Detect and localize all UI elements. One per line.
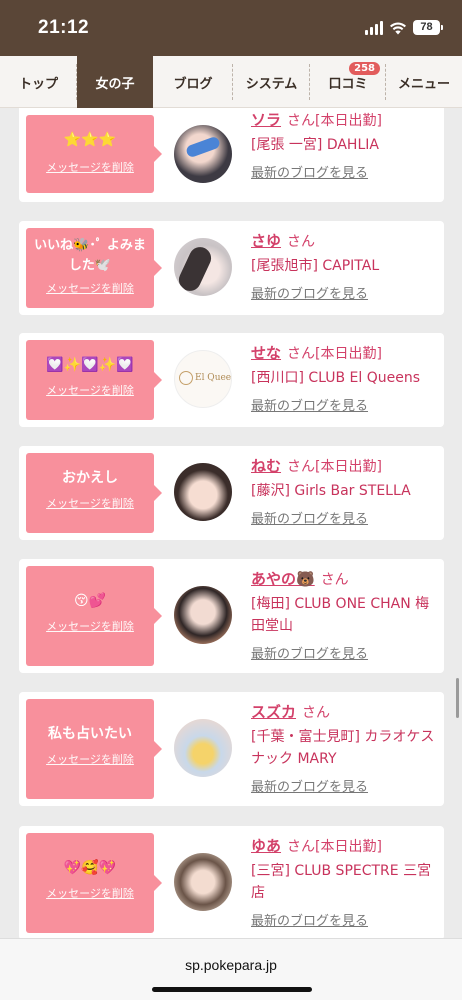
message-card: おかえし メッセージを削除 ねむ さん[本日出勤] [藤沢] Girls Bar … <box>19 446 444 540</box>
message-bubble: 私も占いたい メッセージを削除 <box>26 699 162 799</box>
shop-name: [藤沢] Girls Bar STELLA <box>251 483 411 499</box>
girl-name-link[interactable]: せな <box>251 344 281 362</box>
profile-info: スズカ さん [千葉・富士見町] カラオケスナック MARY 最新のブログを見る <box>251 701 439 795</box>
avatar[interactable] <box>174 586 232 644</box>
reviews-count-badge: 258 <box>349 62 380 75</box>
girl-name-link[interactable]: ソラ <box>251 111 281 129</box>
message-text: 💖🥰💖 <box>63 860 117 876</box>
profile-info: あやの🐻 さん [梅田] CLUB ONE CHAN 梅田堂山 最新のブログを見る <box>251 568 439 662</box>
latest-blog-link[interactable]: 最新のブログを見る <box>251 776 439 795</box>
nav-tab-system[interactable]: システム <box>233 56 310 108</box>
message-text: 💟✨💟✨💟 <box>46 357 134 373</box>
latest-blog-link[interactable]: 最新のブログを見る <box>251 395 439 414</box>
message-text: ⭐⭐⭐ <box>63 132 117 148</box>
name-suffix: さん[本日出勤] <box>287 839 382 855</box>
shop-name: [三宮] CLUB SPECTRE 三宮店 <box>251 863 432 901</box>
avatar[interactable] <box>174 853 232 911</box>
delete-message-link[interactable]: メッセージを削除 <box>26 382 154 398</box>
browser-address-bar[interactable]: sp.pokepara.jp <box>0 938 462 1000</box>
message-bubble: 💟✨💟✨💟 メッセージを削除 <box>26 340 162 420</box>
message-card: 💖🥰💖 メッセージを削除 ゆあ さん[本日出勤] [三宮] CLUB SPECTR… <box>19 826 444 938</box>
avatar[interactable] <box>174 719 232 777</box>
avatar[interactable] <box>174 125 232 183</box>
message-card: 😚💕 メッセージを削除 あやの🐻 さん [梅田] CLUB ONE CHAN 梅田… <box>19 559 444 673</box>
nav-tab-reviews[interactable]: 口コミ 258 <box>310 56 386 108</box>
name-suffix: さん <box>320 572 349 588</box>
shop-name: [梅田] CLUB ONE CHAN 梅田堂山 <box>251 596 430 634</box>
name-suffix: さん <box>302 705 331 721</box>
profile-info: ねむ さん[本日出勤] [藤沢] Girls Bar STELLA 最新のブログを… <box>251 455 439 527</box>
latest-blog-link[interactable]: 最新のブログを見る <box>251 508 439 527</box>
girl-name-link[interactable]: ゆあ <box>251 837 281 855</box>
wifi-icon <box>390 22 406 34</box>
message-text: 私も占いたい <box>48 726 132 742</box>
message-text: いいね🐝･ﾟ よみました🕊️ <box>34 238 146 273</box>
shop-name: [西川口] CLUB El Queens <box>251 370 421 386</box>
shop-name: [尾張旭市] CAPITAL <box>251 258 380 274</box>
message-card: ⭐⭐⭐ メッセージを削除 ソラ さん[本日出勤] [尾張 一宮] DAHLIA 最… <box>19 108 444 202</box>
name-suffix: さん[本日出勤] <box>287 459 382 475</box>
message-bubble: ⭐⭐⭐ メッセージを削除 <box>26 115 162 193</box>
message-text: おかえし <box>62 470 118 486</box>
shop-logo[interactable]: El Queens <box>174 350 232 408</box>
delete-message-link[interactable]: メッセージを削除 <box>26 280 154 296</box>
status-time: 21:12 <box>38 17 90 38</box>
latest-blog-link[interactable]: 最新のブログを見る <box>251 283 439 302</box>
nav-tab-menu[interactable]: メニュー <box>386 56 462 108</box>
url-text[interactable]: sp.pokepara.jp <box>0 957 462 973</box>
delete-message-link[interactable]: メッセージを削除 <box>26 618 154 634</box>
shop-name: [千葉・富士見町] カラオケスナック MARY <box>251 729 435 767</box>
message-list: ⭐⭐⭐ メッセージを削除 ソラ さん[本日出勤] [尾張 一宮] DAHLIA 最… <box>0 108 462 938</box>
message-bubble: いいね🐝･ﾟ よみました🕊️ メッセージを削除 <box>26 228 162 308</box>
message-text: 😚💕 <box>73 593 107 609</box>
nav-tab-top[interactable]: トップ <box>0 56 77 108</box>
message-card: いいね🐝･ﾟ よみました🕊️ メッセージを削除 さゆ さん [尾張旭市] CAPI… <box>19 221 444 315</box>
girl-name-link[interactable]: さゆ <box>251 232 281 250</box>
signal-icon <box>365 20 383 35</box>
delete-message-link[interactable]: メッセージを削除 <box>26 495 154 511</box>
top-nav: トップ 女の子 ブログ システム 口コミ 258 メニュー <box>0 56 462 108</box>
message-bubble: 💖🥰💖 メッセージを削除 <box>26 833 162 933</box>
nav-tab-blog[interactable]: ブログ <box>153 56 233 108</box>
shop-name: [尾張 一宮] DAHLIA <box>251 137 379 153</box>
avatar[interactable] <box>174 238 232 296</box>
message-card: 私も占いたい メッセージを削除 スズカ さん [千葉・富士見町] カラオケスナック… <box>19 692 444 806</box>
profile-info: ソラ さん[本日出勤] [尾張 一宮] DAHLIA 最新のブログを見る <box>251 109 439 181</box>
profile-info: さゆ さん [尾張旭市] CAPITAL 最新のブログを見る <box>251 230 439 302</box>
name-suffix: さん <box>287 234 316 250</box>
scrollbar-thumb[interactable] <box>456 678 459 718</box>
delete-message-link[interactable]: メッセージを削除 <box>26 885 154 901</box>
shop-logo-text: El Queens <box>195 373 232 383</box>
message-bubble: 😚💕 メッセージを削除 <box>26 566 162 666</box>
profile-info: せな さん[本日出勤] [西川口] CLUB El Queens 最新のブログを見… <box>251 342 439 414</box>
home-indicator[interactable] <box>152 987 312 992</box>
latest-blog-link[interactable]: 最新のブログを見る <box>251 910 439 929</box>
battery-icon: 78 <box>413 20 443 35</box>
nav-tab-girls[interactable]: 女の子 <box>77 56 153 108</box>
name-suffix: さん[本日出勤] <box>287 113 382 129</box>
nav-tab-reviews-label: 口コミ <box>328 76 368 92</box>
avatar[interactable] <box>174 463 232 521</box>
message-bubble: おかえし メッセージを削除 <box>26 453 162 533</box>
latest-blog-link[interactable]: 最新のブログを見る <box>251 643 439 662</box>
profile-info: ゆあ さん[本日出勤] [三宮] CLUB SPECTRE 三宮店 最新のブログを… <box>251 835 439 929</box>
delete-message-link[interactable]: メッセージを削除 <box>26 159 154 175</box>
girl-name-link[interactable]: ねむ <box>251 457 281 475</box>
message-card: 💟✨💟✨💟 メッセージを削除 El Queens せなさん[本日出勤] [西川口… <box>19 333 444 427</box>
girl-name-link[interactable]: あやの🐻 <box>251 570 315 588</box>
name-suffix: さん[本日出勤] <box>287 346 382 362</box>
delete-message-link[interactable]: メッセージを削除 <box>26 751 154 767</box>
status-bar: 21:12 78 <box>0 0 462 56</box>
status-icons: 78 <box>365 20 443 35</box>
latest-blog-link[interactable]: 最新のブログを見る <box>251 162 439 181</box>
girl-name-link[interactable]: スズカ <box>251 703 296 721</box>
